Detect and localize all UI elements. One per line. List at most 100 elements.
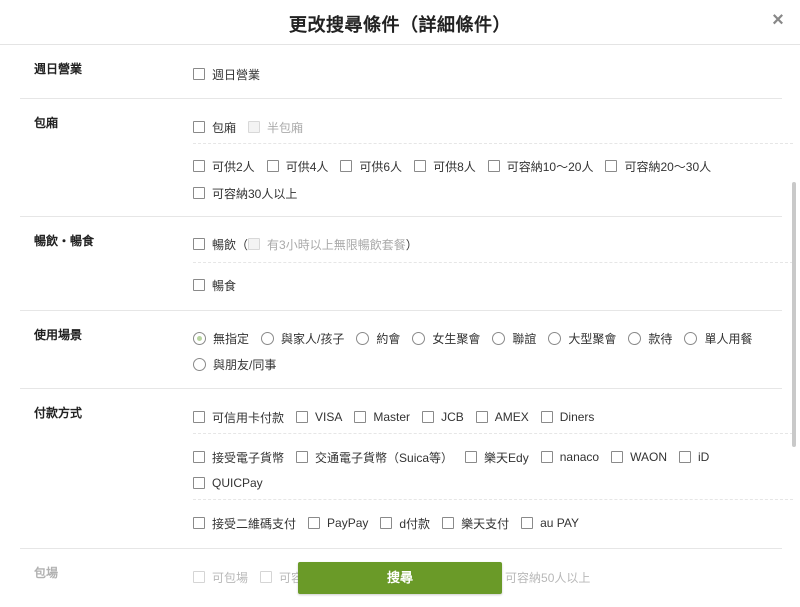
checkbox[interactable] bbox=[442, 517, 455, 529]
card-row: 可信用卡付款 VISA Master JCB AMEX Diners bbox=[193, 408, 606, 426]
checkbox[interactable] bbox=[266, 160, 279, 172]
half-private-room-option[interactable]: 半包廂 bbox=[248, 119, 303, 136]
option-label: AMEX bbox=[494, 410, 529, 424]
option-label: 可供4人 bbox=[285, 159, 329, 174]
checkbox[interactable] bbox=[540, 411, 553, 423]
section-label: 週日營業 bbox=[34, 62, 83, 76]
venue-option[interactable]: 可容 bbox=[260, 569, 303, 586]
payment-option[interactable]: VISA bbox=[296, 410, 342, 424]
all-you-can-eat-option[interactable]: 暢食 bbox=[193, 277, 236, 294]
capacity-option[interactable]: 可容納10～20人 bbox=[487, 158, 593, 175]
private-room-option[interactable]: 包廂 bbox=[193, 119, 236, 136]
section-payment: 付款方式 可信用卡付款 VISA Master JCB AMEX Diners … bbox=[20, 389, 793, 549]
checkbox[interactable] bbox=[193, 517, 205, 529]
scene-option[interactable]: 與家人/孩子 bbox=[261, 330, 344, 347]
payment-option[interactable]: Diners bbox=[540, 410, 594, 424]
scene-option[interactable]: 聯誼 bbox=[492, 330, 536, 347]
scrollbar[interactable] bbox=[792, 182, 796, 447]
checkbox[interactable] bbox=[260, 571, 273, 583]
payment-option[interactable]: d付款 bbox=[380, 515, 430, 532]
checkbox[interactable] bbox=[422, 411, 435, 423]
payment-option[interactable]: QUICPay bbox=[193, 476, 263, 490]
payment-option[interactable]: WAON bbox=[611, 450, 667, 464]
scene-option[interactable]: 與朋友/同事 bbox=[193, 356, 276, 373]
checkbox[interactable] bbox=[193, 187, 205, 199]
radio[interactable] bbox=[628, 331, 642, 345]
emoney-row: 接受電子貨幣 交通電子貨幣（Suica等） 樂天Edy nanaco WAON … bbox=[193, 448, 721, 466]
option-label: JCB bbox=[441, 410, 464, 424]
weekday-option[interactable]: 週日營業 bbox=[193, 66, 260, 83]
scene-option[interactable]: 單人用餐 bbox=[684, 330, 752, 347]
radio[interactable] bbox=[492, 331, 506, 345]
checkbox[interactable] bbox=[248, 238, 261, 250]
radio[interactable] bbox=[412, 331, 426, 345]
checkbox[interactable] bbox=[193, 279, 205, 291]
payment-option[interactable]: 樂天Edy bbox=[465, 449, 529, 466]
payment-option[interactable]: 接受二維碼支付 bbox=[193, 515, 296, 532]
checkbox[interactable] bbox=[296, 411, 309, 423]
scene-option[interactable]: 款待 bbox=[628, 330, 672, 347]
payment-option[interactable]: iD bbox=[679, 450, 709, 464]
checkbox[interactable] bbox=[487, 160, 500, 172]
drink-3h-option[interactable]: 有3小時以上無限暢飲套餐 bbox=[248, 236, 406, 253]
checkbox[interactable] bbox=[605, 160, 618, 172]
checkbox[interactable] bbox=[540, 451, 553, 463]
payment-option[interactable]: 可信用卡付款 bbox=[193, 409, 284, 426]
checkbox[interactable] bbox=[611, 451, 624, 463]
option-label: 週日營業 bbox=[212, 67, 261, 82]
capacity-option[interactable]: 可容納30人以上 bbox=[193, 185, 297, 202]
checkbox[interactable] bbox=[465, 451, 478, 463]
checkbox[interactable] bbox=[193, 238, 205, 250]
payment-option[interactable]: au PAY bbox=[521, 516, 579, 530]
radio-checked[interactable] bbox=[193, 331, 206, 345]
capacity-option[interactable]: 可供4人 bbox=[266, 158, 329, 175]
scene-option[interactable]: 大型聚會 bbox=[548, 330, 616, 347]
section-label: 使用場景 bbox=[34, 328, 83, 342]
scene-option[interactable]: 女生聚會 bbox=[412, 330, 480, 347]
checkbox[interactable] bbox=[193, 451, 205, 463]
option-label: 款待 bbox=[648, 331, 673, 346]
checkbox[interactable] bbox=[308, 517, 321, 529]
checkbox[interactable] bbox=[354, 411, 367, 423]
payment-option[interactable]: Master bbox=[354, 410, 410, 424]
all-you-can-drink-option[interactable]: 暢飲 bbox=[193, 236, 236, 253]
scene-option-selected[interactable]: 無指定 bbox=[193, 330, 249, 347]
checkbox[interactable] bbox=[380, 517, 393, 529]
venue-option[interactable]: 可包場 bbox=[193, 569, 248, 586]
checkbox[interactable] bbox=[521, 517, 534, 529]
checkbox[interactable] bbox=[193, 571, 205, 583]
payment-option[interactable]: JCB bbox=[422, 410, 464, 424]
option-label: 大型聚會 bbox=[568, 331, 617, 346]
sub-divider bbox=[193, 433, 793, 434]
radio[interactable] bbox=[261, 331, 275, 345]
checkbox[interactable] bbox=[193, 121, 205, 133]
radio[interactable] bbox=[193, 357, 206, 371]
payment-option[interactable]: PayPay bbox=[308, 516, 368, 530]
option-label: 包廂 bbox=[212, 120, 237, 135]
checkbox[interactable] bbox=[475, 411, 488, 423]
close-icon[interactable]: × bbox=[768, 10, 788, 30]
checkbox[interactable] bbox=[414, 160, 427, 172]
payment-option[interactable]: 交通電子貨幣（Suica等） bbox=[296, 449, 453, 466]
capacity-option[interactable]: 可供6人 bbox=[340, 158, 402, 175]
capacity-option[interactable]: 可供8人 bbox=[414, 158, 476, 175]
capacity-option[interactable]: 可供2人 bbox=[193, 158, 255, 175]
radio[interactable] bbox=[684, 331, 698, 345]
radio[interactable] bbox=[548, 331, 562, 345]
checkbox[interactable] bbox=[193, 160, 205, 172]
capacity-option[interactable]: 可容納20～30人 bbox=[605, 158, 711, 175]
checkbox[interactable] bbox=[340, 160, 353, 172]
payment-option[interactable]: nanaco bbox=[540, 450, 599, 464]
checkbox[interactable] bbox=[248, 121, 261, 133]
checkbox[interactable] bbox=[193, 477, 205, 489]
checkbox[interactable] bbox=[193, 68, 205, 80]
checkbox[interactable] bbox=[193, 411, 205, 423]
checkbox[interactable] bbox=[679, 451, 691, 463]
checkbox[interactable] bbox=[296, 451, 309, 463]
search-button[interactable]: 搜尋 bbox=[298, 562, 502, 594]
payment-option[interactable]: 接受電子貨幣 bbox=[193, 449, 284, 466]
payment-option[interactable]: AMEX bbox=[475, 410, 529, 424]
scene-option[interactable]: 約會 bbox=[356, 330, 400, 347]
payment-option[interactable]: 樂天支付 bbox=[442, 515, 509, 532]
radio[interactable] bbox=[356, 331, 370, 345]
